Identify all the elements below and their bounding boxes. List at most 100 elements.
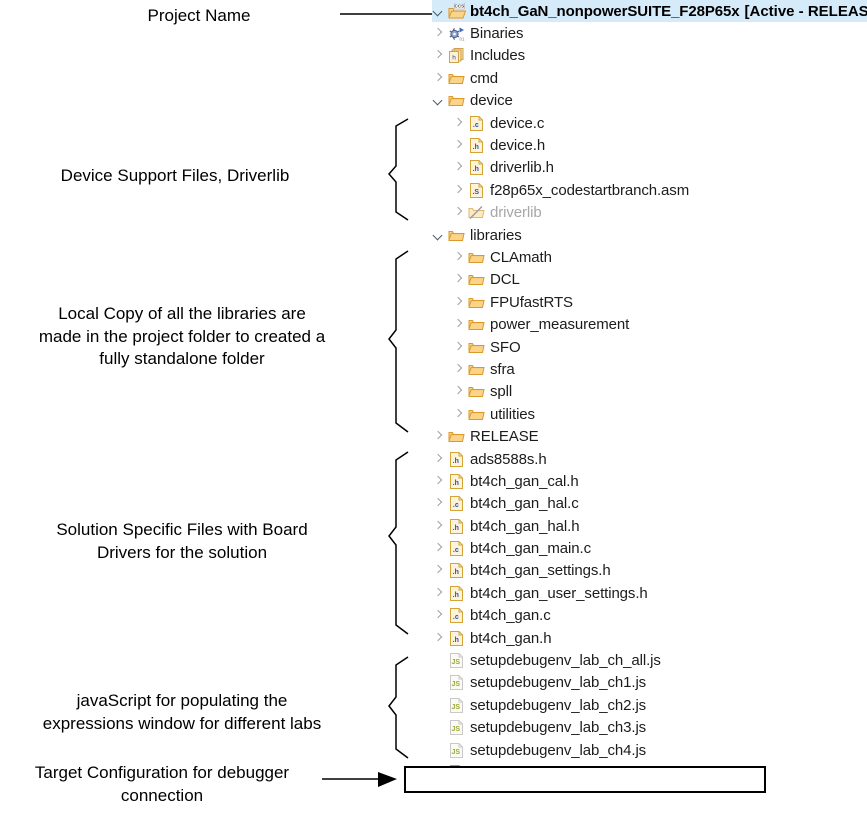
project-explorer-tree[interactable]: CCS bt4ch_GaN_nonpowerSUITE_F28P65x [Activ… [432,0,867,784]
chevron-right-icon[interactable] [432,430,445,443]
tree-row[interactable]: .h bt4ch_gan_settings.h [432,560,867,582]
chevron-right-icon[interactable] [452,139,465,152]
tree-row[interactable]: utilities [432,403,867,425]
tree-row-label: bt4ch_gan_main.c [470,540,591,558]
h-file-icon: .h [448,585,465,602]
ccxml-highlight-box [404,766,766,793]
tree-row-label: f28p65x_codestartbranch.asm [490,181,690,199]
brace-device-support [388,118,409,221]
tree-row[interactable]: device [432,90,867,112]
tree-row[interactable]: .h device.h [432,134,867,156]
brace-solution-specific [388,451,409,635]
tree-row[interactable]: FPUfastRTS [432,291,867,313]
tree-row[interactable]: .h driverlib.h [432,157,867,179]
svg-text:JS: JS [452,682,461,689]
tree-row[interactable]: cmd [432,67,867,89]
chevron-right-icon[interactable] [452,408,465,421]
tree-row-project-root[interactable]: CCS bt4ch_GaN_nonpowerSUITE_F28P65x [Activ… [432,0,867,23]
chevron-right-icon[interactable] [432,453,445,466]
annotation-project-name: Project Name [147,6,251,25]
tree-row[interactable]: power_measurement [432,313,867,335]
tree-row[interactable]: .h bt4ch_gan_hal.h [432,515,867,537]
chevron-right-icon[interactable] [452,273,465,286]
chevron-right-icon[interactable] [432,49,445,62]
chevron-right-icon[interactable] [452,206,465,219]
tree-row-status-suffix: [Active - RELEASE] [744,2,867,20]
chevron-right-icon[interactable] [452,341,465,354]
chevron-right-icon[interactable] [452,251,465,264]
h-file-icon: .h [448,473,465,490]
tree-row[interactable]: JS setupdebugenv_lab_ch2.js [432,694,867,716]
annotation-local-copy: Local Copy of all the libraries are made… [38,304,326,369]
h-file-icon: .h [448,518,465,535]
c-file-icon: .c [448,495,465,512]
tree-row[interactable]: libraries [432,224,867,246]
tree-row[interactable]: driverlib [432,202,867,224]
tree-row[interactable]: RELEASE [432,425,867,447]
includes-icon: h [448,47,465,64]
svg-text:.c: .c [473,122,479,129]
tree-row[interactable]: 01 Binaries [432,22,867,44]
chevron-right-icon[interactable] [432,564,445,577]
chevron-right-icon[interactable] [452,363,465,376]
tree-row[interactable]: SFO [432,336,867,358]
tree-row[interactable]: CLAmath [432,246,867,268]
svg-text:.S: .S [472,189,479,196]
chevron-right-icon[interactable] [452,184,465,197]
tree-row-label: cmd [470,69,499,87]
folder-icon [448,227,465,244]
h-file-icon: .h [448,562,465,579]
chevron-right-icon[interactable] [452,117,465,130]
tree-row[interactable]: .S f28p65x_codestartbranch.asm [432,179,867,201]
tree-row[interactable]: h Includes [432,45,867,67]
tree-row[interactable]: sfra [432,358,867,380]
chevron-right-icon[interactable] [432,475,445,488]
chevron-right-icon[interactable] [432,520,445,533]
tree-row-label: sfra [490,360,515,378]
chevron-down-icon[interactable] [432,94,445,107]
tree-row[interactable]: .c device.c [432,112,867,134]
chevron-right-icon[interactable] [432,497,445,510]
tree-row[interactable]: .c bt4ch_gan_hal.c [432,493,867,515]
tree-row[interactable]: JS setupdebugenv_lab_ch_all.js [432,649,867,671]
tree-row[interactable]: spll [432,381,867,403]
tree-row[interactable]: .c bt4ch_gan_main.c [432,537,867,559]
tree-row[interactable]: JS setupdebugenv_lab_ch1.js [432,672,867,694]
tree-row[interactable]: JS setupdebugenv_lab_ch3.js [432,717,867,739]
tree-row[interactable]: JS setupdebugenv_lab_ch4.js [432,739,867,761]
tree-row-label: bt4ch_gan_hal.c [470,495,579,513]
h-file-icon: .h [448,451,465,468]
tree-row[interactable]: .h bt4ch_gan_user_settings.h [432,582,867,604]
tree-row[interactable]: DCL [432,269,867,291]
chevron-right-icon[interactable] [432,632,445,645]
chevron-right-icon[interactable] [432,609,445,622]
tree-row[interactable]: .c bt4ch_gan.c [432,605,867,627]
js-file-icon: JS [448,742,465,759]
chevron-right-icon[interactable] [432,542,445,555]
js-file-icon: JS [448,652,465,669]
tree-row-label: bt4ch_gan_user_settings.h [470,584,648,602]
h-file-icon: .h [448,630,465,647]
tree-row-label: device.h [490,137,546,155]
chevron-down-icon[interactable] [432,5,445,18]
folder-icon [468,316,485,333]
chevron-down-icon[interactable] [432,229,445,242]
chevron-right-icon[interactable] [452,161,465,174]
svg-text:.h: .h [473,167,479,174]
chevron-right-icon[interactable] [452,296,465,309]
chevron-right-icon[interactable] [432,27,445,40]
tree-row[interactable]: .h bt4ch_gan.h [432,627,867,649]
linked-folder-icon [468,204,485,221]
tree-row-label: Includes [470,47,526,65]
tree-row-label: setupdebugenv_lab_ch4.js [470,741,647,759]
chevron-right-icon[interactable] [432,72,445,85]
chevron-right-icon[interactable] [452,318,465,331]
chevron-right-icon[interactable] [432,587,445,600]
tree-row-label: bt4ch_gan.c [470,607,551,625]
tree-row[interactable]: .h bt4ch_gan_cal.h [432,470,867,492]
chevron-right-icon[interactable] [452,385,465,398]
tree-row-label: DCL [490,271,520,289]
tree-row[interactable]: .h ads8588s.h [432,448,867,470]
annotation-device-support: Device Support Files, Driverlib [60,166,290,185]
tree-row-label: setupdebugenv_lab_ch3.js [470,719,647,737]
